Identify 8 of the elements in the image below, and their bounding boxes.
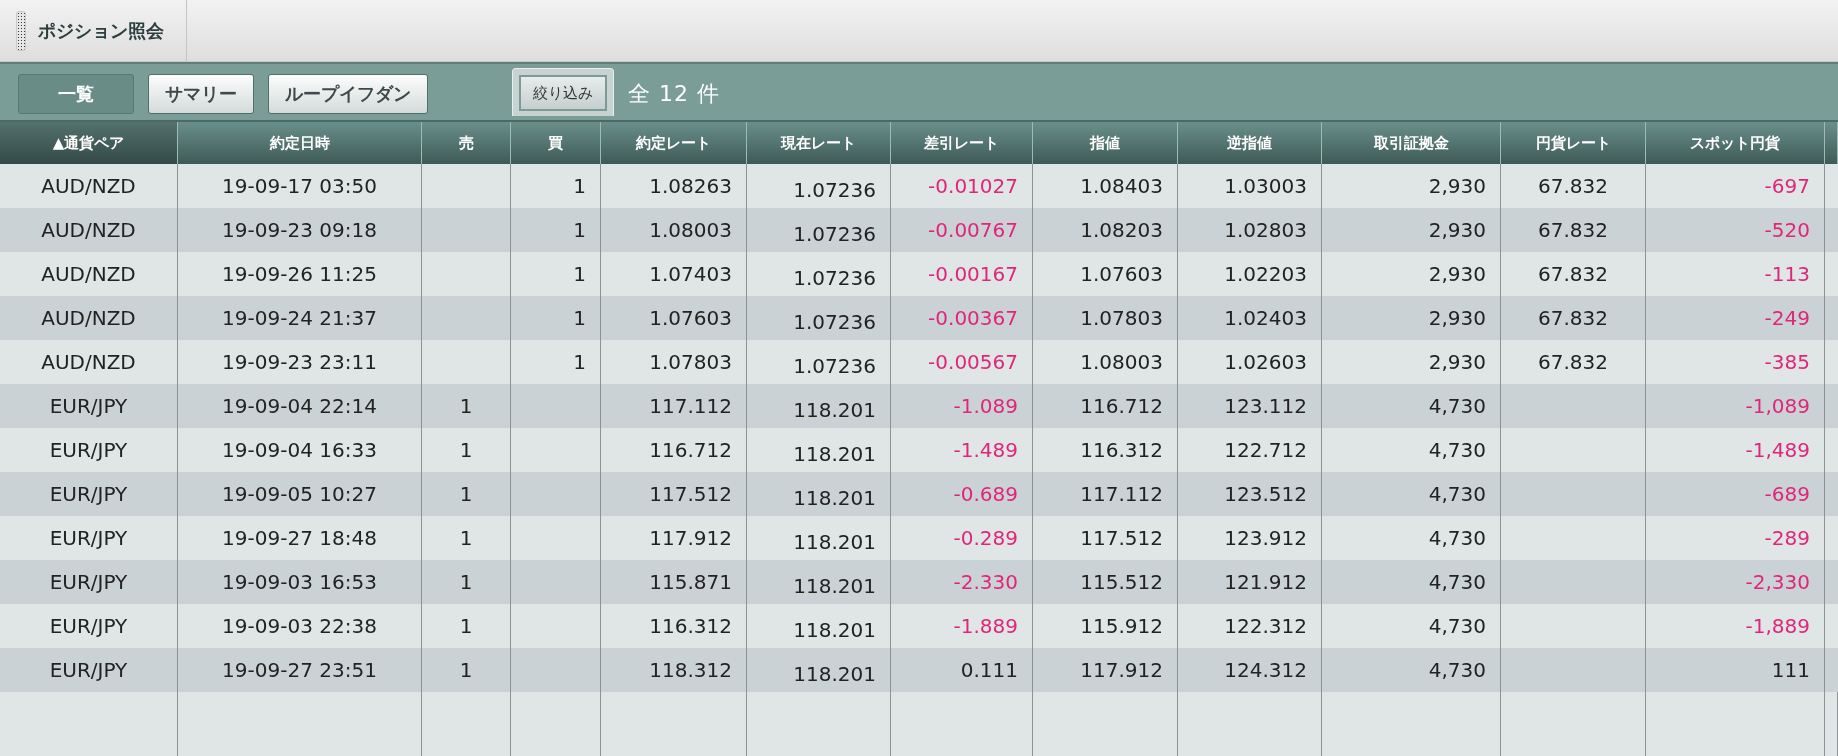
view-tab[interactable]: 一覧 [18, 74, 134, 114]
window-title: ポジション照会 [38, 18, 164, 43]
view-tab[interactable]: ループイフダン [268, 74, 428, 114]
filter-button[interactable]: 絞り込み [519, 75, 607, 111]
grip-handle[interactable] [16, 10, 26, 51]
column-header[interactable]: ▲通貨ペア [0, 122, 178, 164]
record-count: 全 12 件 [628, 80, 720, 108]
view-tab[interactable]: サマリー [148, 74, 254, 114]
